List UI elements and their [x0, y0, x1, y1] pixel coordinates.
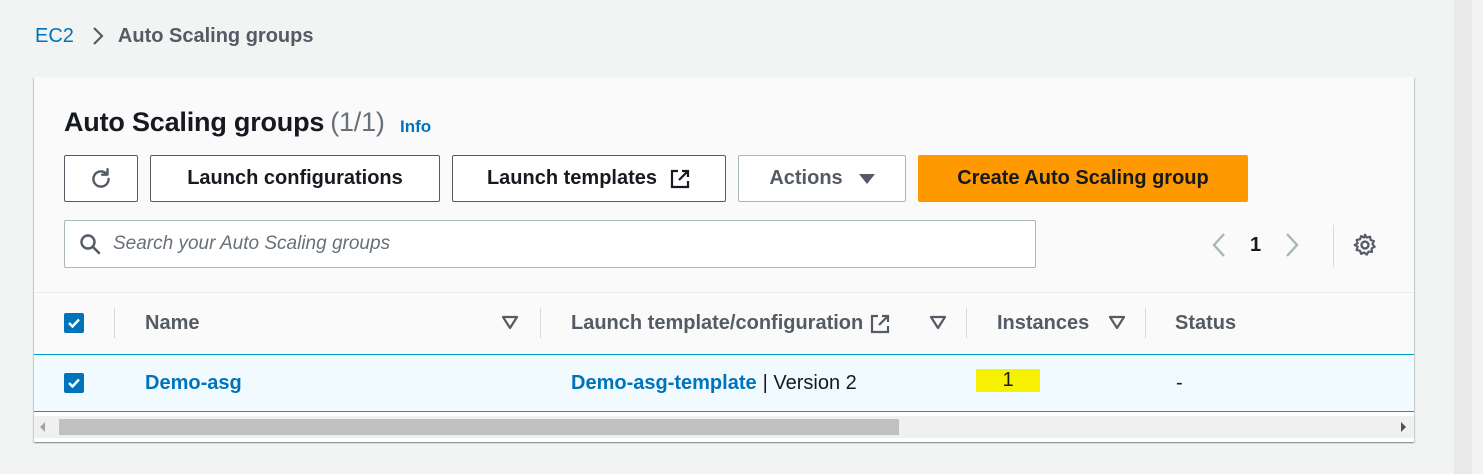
- checkbox-checked-icon: [68, 378, 80, 389]
- column-divider: [114, 308, 115, 338]
- launch-template-cell: Demo-asg-template | Version 2: [571, 355, 857, 411]
- search-icon: [79, 233, 101, 255]
- table-header: Name Launch template/configuration Insta…: [34, 293, 1414, 355]
- sort-icon[interactable]: [1108, 315, 1126, 331]
- breadcrumb: EC2 Auto Scaling groups: [35, 24, 313, 48]
- search-input[interactable]: [111, 232, 995, 256]
- scroll-right-arrow[interactable]: [1401, 422, 1406, 432]
- vertical-scrollbar-thumb[interactable]: [1454, 0, 1472, 474]
- current-page-number[interactable]: 1: [1250, 234, 1261, 257]
- chevron-right-icon: [1285, 232, 1299, 258]
- launch-configurations-label: Launch configurations: [187, 167, 403, 189]
- title-text: Auto Scaling groups: [64, 107, 325, 137]
- asg-name-link[interactable]: Demo-asg: [145, 372, 242, 395]
- asg-name-cell: Demo-asg: [145, 355, 242, 411]
- caret-down-icon: [858, 173, 875, 185]
- column-header-name[interactable]: Name: [145, 293, 199, 354]
- search-field[interactable]: [64, 220, 1036, 268]
- selection-count: (1/1): [330, 107, 385, 137]
- launch-configurations-button[interactable]: Launch configurations: [150, 155, 440, 202]
- create-auto-scaling-group-button[interactable]: Create Auto Scaling group: [918, 155, 1248, 202]
- info-link[interactable]: Info: [400, 117, 431, 137]
- chevron-right-icon: [92, 26, 104, 46]
- launch-template-link[interactable]: Demo-asg-template: [571, 372, 757, 395]
- column-header-launch-template[interactable]: Launch template/configuration: [571, 293, 891, 354]
- sort-icon[interactable]: [929, 315, 947, 331]
- breadcrumb-current: Auto Scaling groups: [117, 24, 314, 47]
- scrollbar-thumb[interactable]: [59, 419, 899, 435]
- external-link-icon: [869, 313, 891, 335]
- horizontal-scrollbar[interactable]: [34, 416, 1414, 438]
- column-divider: [1145, 308, 1146, 338]
- launch-templates-label: Launch templates: [486, 167, 658, 189]
- actions-label: Actions: [769, 167, 843, 189]
- vertical-scrollbar[interactable]: [1452, 0, 1474, 474]
- table-row[interactable]: Demo-asg Demo-asg-template | Version 2 1…: [34, 354, 1414, 412]
- pagination-divider: [1333, 225, 1334, 267]
- column-header-status[interactable]: Status: [1175, 293, 1236, 354]
- gear-icon: [1352, 232, 1378, 258]
- preferences-button[interactable]: [1352, 232, 1378, 258]
- column-divider: [540, 308, 541, 338]
- sort-icon[interactable]: [501, 315, 519, 331]
- actions-dropdown[interactable]: Actions: [738, 155, 906, 202]
- instances-count: 1: [976, 368, 1040, 392]
- row-checkbox[interactable]: [64, 373, 84, 393]
- create-label: Create Auto Scaling group: [957, 167, 1209, 189]
- scroll-left-arrow[interactable]: [40, 422, 45, 432]
- chevron-left-icon: [1212, 232, 1226, 258]
- panel-header: Auto Scaling groups (1/1) Info Launch con…: [34, 77, 1414, 293]
- external-link-icon: [669, 168, 691, 190]
- breadcrumb-ec2-link[interactable]: EC2: [35, 25, 74, 48]
- instances-cell: 1: [976, 355, 1040, 411]
- column-divider: [966, 308, 967, 338]
- page-title: Auto Scaling groups (1/1): [64, 107, 385, 138]
- checkbox-checked-icon: [68, 318, 80, 329]
- refresh-button[interactable]: [64, 155, 138, 202]
- launch-template-header-label: Launch template/configuration: [571, 312, 864, 334]
- launch-templates-button[interactable]: Launch templates: [452, 155, 726, 202]
- next-page-button[interactable]: [1285, 232, 1299, 258]
- status-cell: -: [1176, 371, 1183, 394]
- refresh-icon: [88, 166, 114, 192]
- pagination: 1: [1212, 230, 1299, 260]
- column-header-instances[interactable]: Instances: [997, 293, 1089, 354]
- template-version: | Version 2: [762, 371, 857, 394]
- auto-scaling-groups-panel: Auto Scaling groups (1/1) Info Launch con…: [34, 77, 1414, 442]
- previous-page-button[interactable]: [1212, 232, 1226, 258]
- select-all-checkbox[interactable]: [64, 313, 84, 333]
